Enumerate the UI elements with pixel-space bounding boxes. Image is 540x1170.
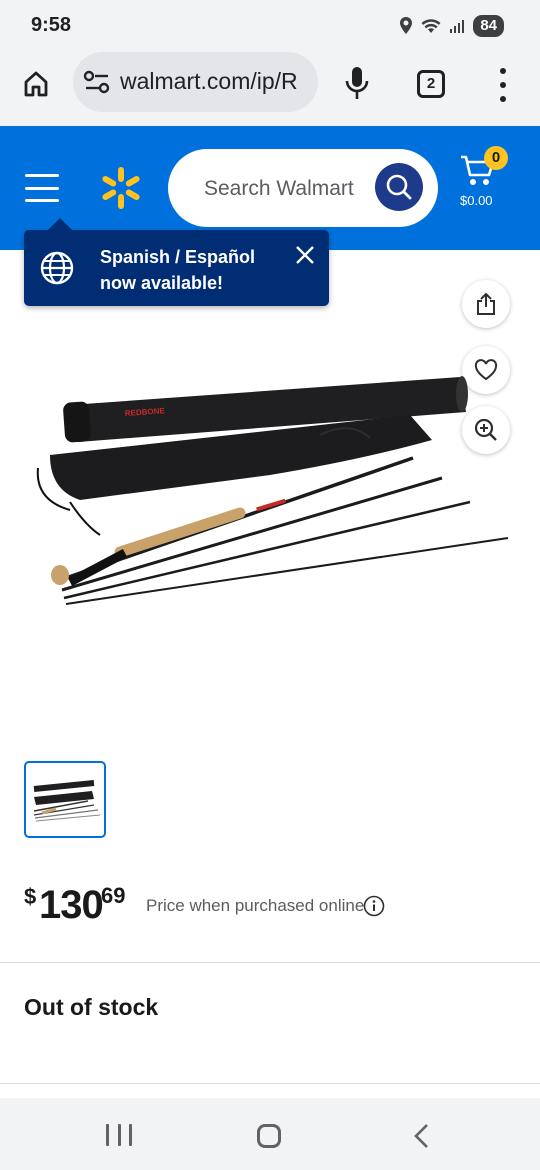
search-icon	[386, 174, 412, 200]
browser-home-button[interactable]	[18, 66, 54, 102]
divider	[0, 962, 540, 963]
battery-level: 84	[473, 15, 504, 37]
search-input[interactable]: Search Walmart	[168, 149, 438, 227]
price-block: $ 130 69 Price when purchased online	[24, 880, 524, 930]
address-bar[interactable]: walmart.com/ip/R	[73, 52, 318, 112]
close-icon[interactable]	[294, 244, 316, 266]
tab-switcher-button[interactable]: 2	[417, 70, 445, 98]
share-icon	[477, 292, 495, 315]
globe-icon	[40, 251, 74, 285]
cart-button[interactable]: 0 $0.00	[458, 146, 518, 216]
cart-count-badge: 0	[484, 146, 508, 170]
cart-total: $0.00	[460, 193, 493, 208]
system-nav-bar	[0, 1098, 540, 1170]
voice-search-button[interactable]	[340, 64, 374, 102]
walmart-spark-logo[interactable]	[99, 166, 143, 210]
language-message: Spanish / Español now available!	[100, 244, 255, 296]
price-currency: $	[24, 884, 37, 909]
signal-icon	[450, 20, 465, 33]
wifi-icon	[421, 19, 441, 33]
price-dollars: 130	[39, 883, 104, 927]
availability-status: Out of stock	[24, 994, 159, 1020]
back-icon[interactable]	[410, 1123, 434, 1149]
status-bar: 9:58 84	[0, 0, 540, 52]
browser-toolbar: walmart.com/ip/R 2	[0, 52, 540, 126]
price-cents: 69	[101, 883, 126, 908]
url-text[interactable]: walmart.com/ip/R	[120, 68, 310, 95]
share-button[interactable]	[462, 280, 510, 328]
menu-icon[interactable]	[25, 174, 59, 202]
divider	[0, 1083, 540, 1084]
search-placeholder: Search Walmart	[204, 177, 354, 200]
product-image[interactable]: REDBONE	[30, 360, 520, 640]
status-time: 9:58	[31, 14, 72, 36]
system-home-button[interactable]	[257, 1124, 281, 1148]
home-icon	[24, 71, 48, 97]
search-button[interactable]	[375, 163, 423, 211]
recent-apps-button[interactable]	[106, 1124, 132, 1146]
info-icon[interactable]	[363, 895, 385, 917]
language-popup[interactable]: Spanish / Español now available!	[24, 218, 329, 306]
language-message-line1: Spanish / Español	[100, 247, 256, 267]
thumbnail-image	[33, 780, 101, 822]
site-settings-icon[interactable]	[83, 69, 111, 95]
price-note: Price when purchased online	[146, 896, 365, 915]
language-message-line2: now available!	[100, 273, 224, 293]
browser-menu-button[interactable]	[497, 68, 509, 102]
microphone-icon	[345, 67, 369, 99]
status-icons: 84	[399, 15, 504, 37]
product-thumbnail[interactable]	[24, 761, 106, 838]
location-icon	[400, 17, 413, 34]
